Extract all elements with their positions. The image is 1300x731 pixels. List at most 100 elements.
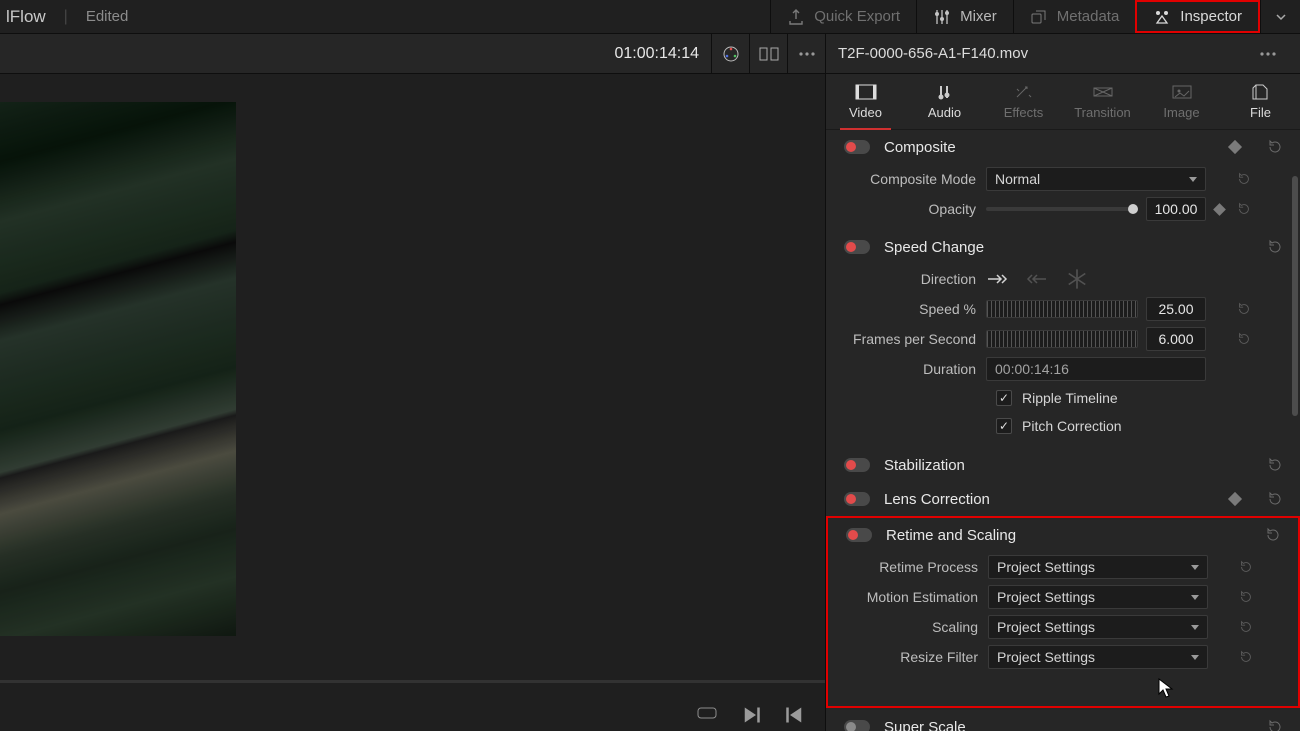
reset-icon[interactable]	[1232, 171, 1256, 187]
dual-viewer-button[interactable]	[749, 34, 787, 74]
opacity-slider[interactable]	[986, 207, 1138, 211]
pitch-checkbox[interactable]: ✓	[996, 418, 1012, 434]
next-frame-button[interactable]	[741, 705, 761, 721]
reset-icon[interactable]	[1266, 490, 1284, 508]
reset-icon[interactable]	[1266, 718, 1284, 731]
metadata-button[interactable]: Metadata	[1013, 0, 1136, 33]
loop-button[interactable]	[697, 705, 717, 721]
tab-transition[interactable]: Transition	[1063, 74, 1142, 129]
mixer-button[interactable]: Mixer	[916, 0, 1013, 33]
fps-row: Frames per Second 6.000	[826, 324, 1300, 354]
inspector-panel: Video Audio Effects Transition Image Fil…	[825, 74, 1300, 731]
opacity-row: Opacity 100.00	[826, 194, 1300, 224]
top-toolbar: lFlow | Edited Quick Export Mixer Metada…	[0, 0, 1300, 34]
speed-toggle[interactable]	[844, 240, 870, 254]
audio-icon	[934, 83, 956, 101]
stabilization-toggle[interactable]	[844, 458, 870, 472]
expand-chevron-button[interactable]	[1260, 0, 1300, 33]
scrollbar-thumb[interactable]	[1292, 176, 1298, 416]
clip-name: T2F-0000-656-A1-F140.mov	[838, 45, 1028, 62]
composite-mode-row: Composite Mode Normal	[826, 164, 1300, 194]
speed-percent-row: Speed % 25.00	[826, 294, 1300, 324]
superscale-toggle[interactable]	[844, 720, 870, 731]
ellipsis-icon	[798, 51, 816, 57]
direction-row: Direction	[826, 264, 1300, 294]
quick-export-button[interactable]: Quick Export	[770, 0, 916, 33]
composite-mode-dropdown[interactable]: Normal	[986, 167, 1206, 191]
retime-process-dropdown[interactable]: Project Settings	[988, 555, 1208, 579]
reset-icon[interactable]	[1234, 589, 1258, 605]
reset-icon[interactable]	[1232, 301, 1256, 317]
pitch-correction-row: ✓ Pitch Correction	[826, 412, 1300, 440]
keyframe-diamond-icon[interactable]	[1228, 492, 1242, 506]
scaling-row: Scaling Project Settings	[828, 612, 1298, 642]
keyframe-diamond-icon[interactable]	[1213, 203, 1226, 216]
viewer-timecode[interactable]: 01:00:14:14	[614, 45, 711, 63]
reset-icon[interactable]	[1234, 619, 1258, 635]
reset-icon[interactable]	[1234, 649, 1258, 665]
reset-icon[interactable]	[1266, 456, 1284, 474]
inspector-options-button[interactable]	[1248, 51, 1288, 57]
transition-icon	[1092, 83, 1114, 101]
ripple-checkbox[interactable]: ✓	[996, 390, 1012, 406]
composite-toggle[interactable]	[844, 140, 870, 154]
fps-scrubber[interactable]	[986, 330, 1138, 348]
opacity-value[interactable]: 100.00	[1146, 197, 1206, 221]
keyframe-diamond-icon[interactable]	[1228, 140, 1242, 154]
export-icon	[787, 8, 805, 26]
tab-effects[interactable]: Effects	[984, 74, 1063, 129]
reset-icon[interactable]	[1264, 526, 1282, 544]
motion-estimation-dropdown[interactable]: Project Settings	[988, 585, 1208, 609]
direction-forward-button[interactable]	[986, 271, 1008, 287]
ripple-timeline-row: ✓ Ripple Timeline	[826, 384, 1300, 412]
duration-row: Duration 00:00:14:16	[826, 354, 1300, 384]
inspector-button[interactable]: Inspector	[1135, 0, 1260, 33]
tab-file[interactable]: File	[1221, 74, 1300, 129]
motion-estimation-row: Motion Estimation Project Settings	[828, 582, 1298, 612]
tab-video[interactable]: Video	[826, 74, 905, 129]
fps-value[interactable]: 6.000	[1146, 327, 1206, 351]
viewer-panel	[0, 74, 825, 731]
direction-freeze-button[interactable]	[1066, 271, 1088, 287]
prev-frame-button[interactable]	[785, 705, 805, 721]
viewer-options-button[interactable]	[787, 34, 825, 74]
transport-controls	[697, 705, 805, 721]
ellipsis-icon	[1259, 51, 1277, 57]
section-lens-header[interactable]: Lens Correction	[826, 482, 1300, 516]
tab-image[interactable]: Image	[1142, 74, 1221, 129]
duration-input[interactable]: 00:00:14:16	[986, 357, 1206, 381]
reset-icon[interactable]	[1266, 138, 1284, 156]
app-title: lFlow	[6, 7, 46, 27]
inspector-icon	[1153, 8, 1171, 26]
section-retime-header[interactable]: Retime and Scaling	[828, 518, 1298, 552]
speed-value[interactable]: 25.00	[1146, 297, 1206, 321]
reset-icon[interactable]	[1266, 238, 1284, 256]
section-composite-header[interactable]: Composite	[826, 130, 1300, 164]
clip-name-bar: T2F-0000-656-A1-F140.mov	[825, 34, 1300, 73]
reset-icon[interactable]	[1232, 201, 1256, 217]
direction-reverse-button[interactable]	[1026, 271, 1048, 287]
reset-icon[interactable]	[1232, 331, 1256, 347]
bypass-color-button[interactable]	[711, 34, 749, 74]
mixer-icon	[933, 8, 951, 26]
inspector-scrollbar[interactable]	[1290, 136, 1300, 731]
tab-audio[interactable]: Audio	[905, 74, 984, 129]
retime-toggle[interactable]	[846, 528, 872, 542]
metadata-icon	[1030, 8, 1048, 26]
viewer-scrubber[interactable]	[0, 680, 825, 683]
section-stabilization-header[interactable]: Stabilization	[826, 448, 1300, 482]
lens-toggle[interactable]	[844, 492, 870, 506]
retime-process-row: Retime Process Project Settings	[828, 552, 1298, 582]
section-speed-header[interactable]: Speed Change	[826, 230, 1300, 264]
video-icon	[855, 83, 877, 101]
resize-filter-dropdown[interactable]: Project Settings	[988, 645, 1208, 669]
resize-filter-row: Resize Filter Project Settings	[828, 642, 1298, 672]
viewer-preview-image	[0, 102, 236, 636]
reset-icon[interactable]	[1234, 559, 1258, 575]
section-superscale-header[interactable]: Super Scale	[826, 710, 1300, 731]
speed-scrubber[interactable]	[986, 300, 1138, 318]
split-view-icon	[759, 45, 779, 63]
scaling-dropdown[interactable]: Project Settings	[988, 615, 1208, 639]
viewer-header: 01:00:14:14 T2F-0000-656-A1-F140.mov	[0, 34, 1300, 74]
color-wheel-icon	[721, 44, 741, 64]
